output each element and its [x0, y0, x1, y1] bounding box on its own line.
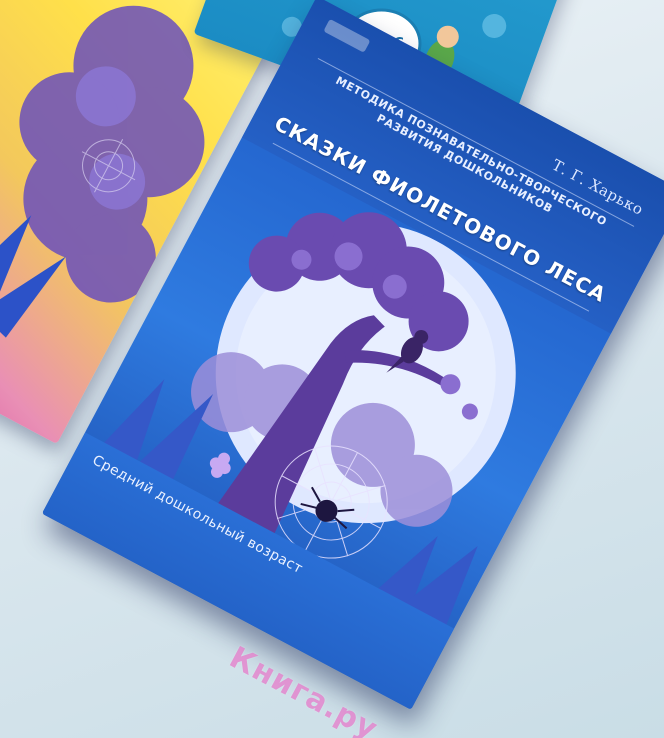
scene: ФГОС Т. Г. Харько МЕТОДИКА ПОЗНАВАТЕЛЬНО… — [0, 0, 664, 738]
flower — [209, 452, 231, 478]
publisher-logo — [323, 18, 371, 53]
divider — [317, 57, 635, 227]
